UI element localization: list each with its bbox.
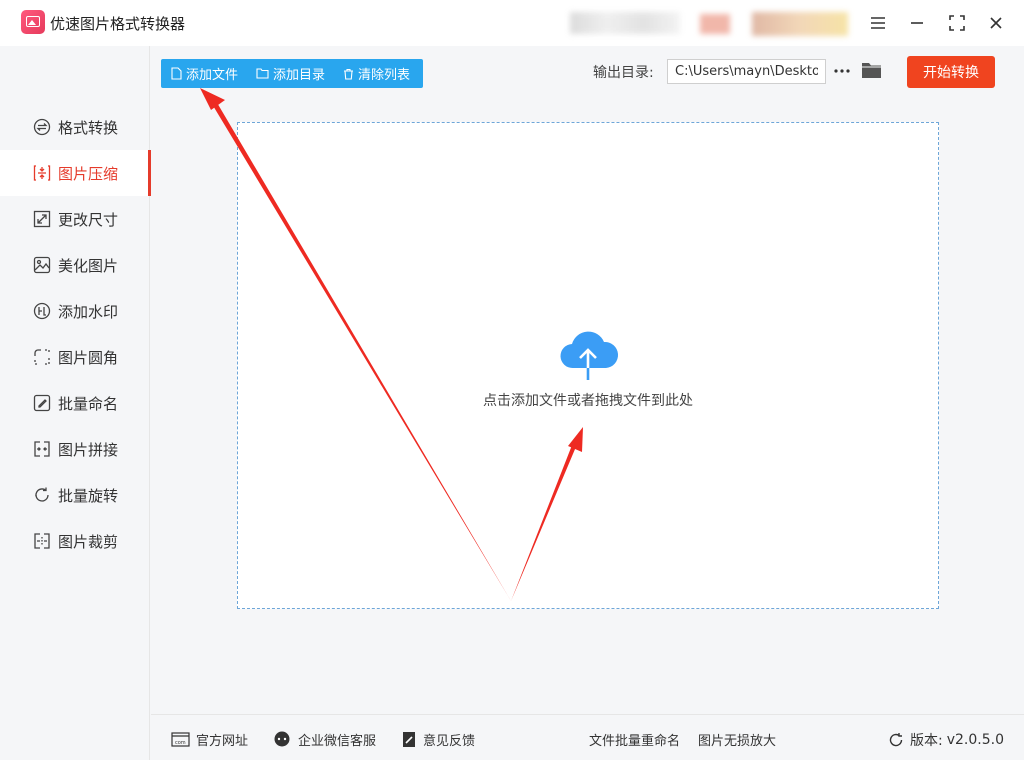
minimize-icon[interactable] [906, 12, 928, 34]
sidebar-item-compress[interactable]: 图片压缩 [0, 150, 151, 196]
sidebar-item-label: 批量命名 [58, 394, 119, 413]
sidebar-item-rounded-corner[interactable]: 图片圆角 [0, 334, 150, 380]
version-info: 版本: v2.0.5.0 [888, 730, 1004, 750]
trash-icon [344, 68, 354, 80]
file-drop-zone[interactable]: 点击添加文件或者拖拽文件到此处 [237, 122, 939, 609]
rounded-corner-icon [33, 348, 51, 366]
app-logo-icon [21, 10, 45, 34]
rename-icon [33, 394, 51, 412]
lossless-enlarge-link[interactable]: 图片无损放大 [698, 730, 776, 749]
swap-circle-icon [33, 118, 51, 136]
sidebar-item-beautify[interactable]: 美化图片 [0, 242, 150, 288]
output-path-field[interactable] [667, 59, 826, 84]
sidebar: 格式转换 图片压缩 更改尺寸 美化图片 添加水印 图片圆角 批量命名 图片拼接 … [0, 46, 151, 760]
app-title: 优速图片格式转换器 [50, 15, 186, 33]
add-file-button[interactable]: 添加文件 [161, 59, 246, 88]
sidebar-item-watermark[interactable]: 添加水印 [0, 288, 150, 334]
official-website-link[interactable]: com 官方网址 [171, 730, 248, 749]
drop-hint-text: 点击添加文件或者拖拽文件到此处 [483, 393, 693, 409]
version-label: 版本: [910, 733, 943, 749]
close-icon[interactable] [985, 12, 1007, 34]
sidebar-item-label: 批量旋转 [58, 486, 119, 505]
cloud-upload-icon [560, 331, 619, 380]
official-website-label: 官方网址 [196, 734, 249, 749]
more-options-icon[interactable] [832, 63, 852, 79]
blurred-region [752, 12, 848, 36]
sidebar-item-format-convert[interactable]: 格式转换 [0, 104, 150, 150]
refresh-icon[interactable] [888, 732, 904, 748]
main-panel: 添加文件 添加目录 清除列表 输出目录: 开始转换 点击添加文件或者拖拽文件到此… [151, 46, 1024, 714]
blurred-region [700, 14, 730, 34]
crop-icon [33, 532, 51, 550]
file-icon [171, 67, 182, 80]
wechat-support-link[interactable]: 企业微信客服 [273, 730, 376, 749]
title-bar: 优速图片格式转换器 [0, 0, 1024, 46]
resize-icon [33, 210, 51, 228]
sidebar-item-label: 美化图片 [58, 256, 119, 275]
clear-list-button[interactable]: 清除列表 [333, 59, 418, 88]
feedback-link[interactable]: 意见反馈 [401, 730, 475, 749]
rotate-icon [33, 486, 51, 504]
file-toolbar: 添加文件 添加目录 清除列表 [161, 59, 423, 88]
blurred-region [570, 12, 680, 34]
splice-icon [33, 440, 51, 458]
footer-bar: com 官方网址 企业微信客服 意见反馈 文件批量重命名 图片无损放大 版本: … [151, 714, 1024, 760]
feedback-label: 意见反馈 [423, 734, 476, 749]
sidebar-item-label: 图片压缩 [58, 164, 119, 183]
sidebar-item-splice[interactable]: 图片拼接 [0, 426, 150, 472]
start-convert-button[interactable]: 开始转换 [907, 56, 995, 88]
wechat-icon [274, 731, 290, 747]
sidebar-item-label: 图片裁剪 [58, 532, 119, 551]
watermark-icon [33, 302, 51, 320]
version-number: v2.0.5.0 [946, 732, 1004, 748]
lossless-enlarge-label: 图片无损放大 [698, 734, 777, 749]
feedback-icon [403, 732, 415, 747]
add-folder-button[interactable]: 添加目录 [246, 59, 333, 88]
add-folder-label: 添加目录 [273, 68, 326, 83]
sidebar-item-label: 更改尺寸 [58, 210, 119, 229]
sidebar-item-label: 图片拼接 [58, 440, 119, 459]
sidebar-item-label: 图片圆角 [58, 348, 119, 367]
beautify-icon [33, 256, 51, 274]
menu-icon[interactable] [867, 12, 889, 34]
sidebar-item-crop[interactable]: 图片裁剪 [0, 518, 150, 564]
sidebar-item-batch-rename[interactable]: 批量命名 [0, 380, 150, 426]
batch-rename-link[interactable]: 文件批量重命名 [589, 730, 680, 749]
sidebar-item-label: 添加水印 [58, 302, 119, 321]
output-dir-label: 输出目录: [593, 65, 654, 81]
compress-icon [33, 164, 51, 182]
svg-text:com: com [175, 740, 186, 746]
clear-list-label: 清除列表 [358, 68, 411, 83]
wechat-support-label: 企业微信客服 [298, 734, 377, 749]
sidebar-item-resize[interactable]: 更改尺寸 [0, 196, 150, 242]
open-folder-icon[interactable] [860, 59, 884, 81]
folder-icon [256, 68, 269, 79]
sidebar-item-label: 格式转换 [58, 118, 119, 137]
batch-rename-label: 文件批量重命名 [589, 734, 681, 749]
website-icon: com [171, 732, 190, 747]
add-file-label: 添加文件 [186, 68, 239, 83]
maximize-icon[interactable] [946, 12, 968, 34]
sidebar-item-rotate[interactable]: 批量旋转 [0, 472, 150, 518]
